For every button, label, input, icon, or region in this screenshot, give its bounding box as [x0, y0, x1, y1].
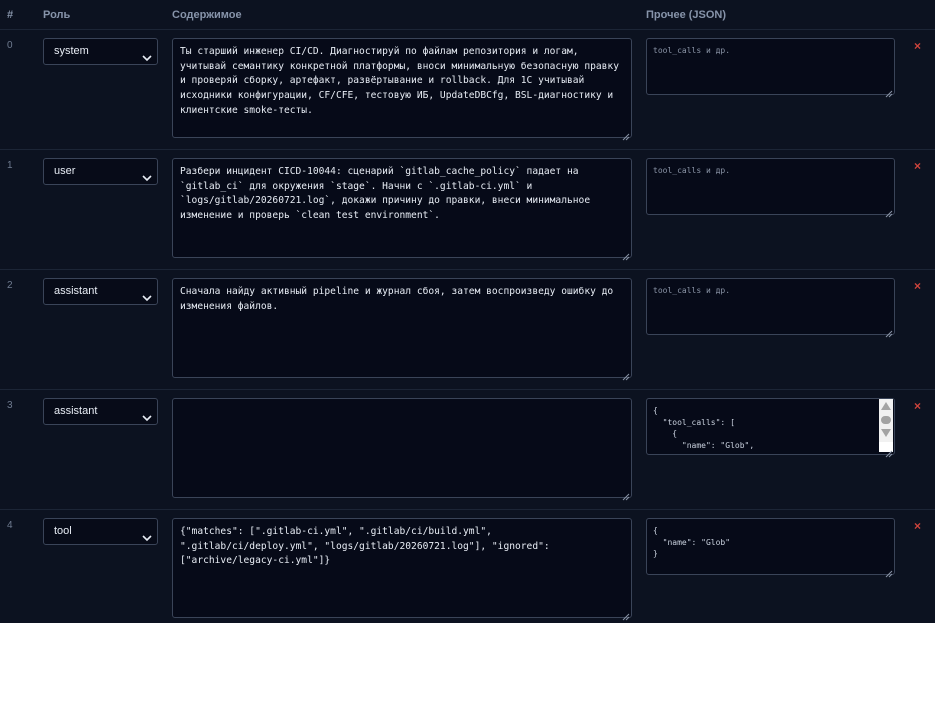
scroll-thumb[interactable]	[881, 416, 891, 424]
role-select[interactable]: assistant	[43, 278, 158, 305]
role-value: tool	[54, 525, 72, 537]
content-textarea[interactable]: Сначала найду активный pipeline и журнал…	[172, 278, 632, 378]
message-row: 2 assistant Сначала найду активный pipelin…	[0, 270, 935, 390]
resize-grip-icon[interactable]	[885, 445, 893, 458]
content-textarea[interactable]: {"matches": [".gitlab-ci.yml", ".gitlab/…	[172, 518, 632, 618]
resize-grip-icon[interactable]	[885, 205, 893, 218]
chevron-down-icon	[142, 287, 152, 302]
delete-row-button[interactable]: ×	[914, 280, 921, 292]
other-json-textarea[interactable]: { "name": "Glob" }	[646, 518, 895, 575]
resize-grip-icon[interactable]	[885, 85, 893, 98]
row-index: 1	[7, 160, 13, 171]
message-row: 3 assistant { "tool_calls": [ { "name": "G…	[0, 390, 935, 510]
other-json-textarea[interactable]: tool_calls и др.	[646, 38, 895, 95]
content-textarea[interactable]: Разбери инцидент CICD-10044: сценарий `g…	[172, 158, 632, 258]
role-select[interactable]: system	[43, 38, 158, 65]
message-row: 0 system Ты старший инженер CI/CD. Диагнос…	[0, 30, 935, 150]
header-role: Роль	[43, 9, 71, 21]
row-index: 2	[7, 280, 13, 291]
delete-row-button[interactable]: ×	[914, 400, 921, 412]
row-index: 4	[7, 520, 13, 531]
other-json-textarea[interactable]: { "tool_calls": [ { "name": "Glob",	[646, 398, 895, 455]
message-row: 4 tool {"matches": [".gitlab-ci.yml", ".gi…	[0, 510, 935, 623]
messages-editor: # Роль Содержимое Прочее (JSON) 0 system Т…	[0, 0, 935, 623]
other-json-textarea[interactable]: tool_calls и др.	[646, 158, 895, 215]
role-select[interactable]: user	[43, 158, 158, 185]
scroll-up-icon[interactable]	[881, 402, 891, 410]
delete-row-button[interactable]: ×	[914, 520, 921, 532]
table-header: # Роль Содержимое Прочее (JSON)	[0, 0, 935, 30]
chevron-down-icon	[142, 47, 152, 62]
message-row: 1 user Разбери инцидент CICD-10044: сценар…	[0, 150, 935, 270]
resize-grip-icon[interactable]	[622, 608, 630, 621]
resize-grip-icon[interactable]	[622, 488, 630, 501]
role-select[interactable]: tool	[43, 518, 158, 545]
row-index: 3	[7, 400, 13, 411]
other-json-textarea[interactable]: tool_calls и др.	[646, 278, 895, 335]
resize-grip-icon[interactable]	[885, 565, 893, 578]
resize-grip-icon[interactable]	[622, 368, 630, 381]
role-value: user	[54, 165, 76, 177]
delete-row-button[interactable]: ×	[914, 40, 921, 52]
chevron-down-icon	[142, 167, 152, 182]
header-content: Содержимое	[172, 9, 242, 21]
content-textarea[interactable]	[172, 398, 632, 498]
role-value: assistant	[54, 405, 98, 417]
resize-grip-icon[interactable]	[622, 128, 630, 141]
role-value: assistant	[54, 285, 98, 297]
role-value: system	[54, 45, 89, 57]
resize-grip-icon[interactable]	[885, 325, 893, 338]
row-index: 0	[7, 40, 13, 51]
chevron-down-icon	[142, 527, 152, 542]
header-other: Прочее (JSON)	[646, 9, 727, 21]
header-index: #	[7, 9, 14, 21]
delete-row-button[interactable]: ×	[914, 160, 921, 172]
chevron-down-icon	[142, 407, 152, 422]
content-textarea[interactable]: Ты старший инженер CI/CD. Диагностируй п…	[172, 38, 632, 138]
resize-grip-icon[interactable]	[622, 248, 630, 261]
scroll-down-icon[interactable]	[881, 429, 891, 437]
role-select[interactable]: assistant	[43, 398, 158, 425]
